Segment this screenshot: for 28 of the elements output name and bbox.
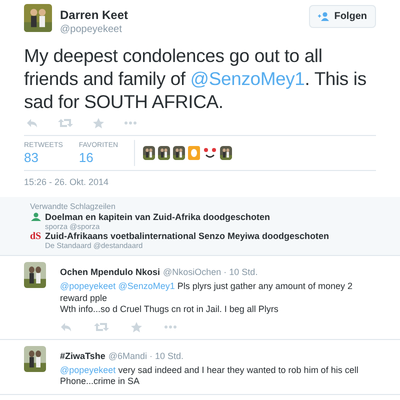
handle-time[interactable]: @NkosiOchen · 10 Std. — [163, 267, 258, 277]
user-handle[interactable]: @popeyekeet — [60, 24, 128, 35]
reply-text: @popeyekeet @SenzoMey1 Pls plyrs just gather any amount of money 2 reward pple Wth info...so d Cruel Thugs cn rot in Jail. I beg all Plyrs — [60, 281, 354, 316]
stat-count[interactable]: 83 — [24, 150, 63, 164]
timestamp: 15:26 - 26. Okt. 2014 — [24, 177, 110, 187]
add-user-icon — [318, 12, 330, 21]
retweet-icon[interactable] — [58, 118, 73, 128]
user-name[interactable]: Ochen Mpendulo Nkosi — [60, 267, 160, 277]
user-name[interactable]: Darren Keet — [60, 8, 128, 22]
user-name[interactable]: #ZiwaTshe — [60, 350, 106, 360]
headline-link[interactable]: Zuid-Afrikaans voetbalinternational Senzo Meyiwa doodgeschoten — [45, 231, 330, 241]
retweet-icon[interactable] — [94, 322, 109, 332]
star-icon[interactable] — [131, 322, 142, 332]
star-icon[interactable] — [93, 118, 104, 128]
source-logo: dS — [30, 231, 42, 242]
handle-time[interactable]: @6Mandi · 10 Std. — [108, 350, 184, 360]
reply-icon[interactable] — [60, 322, 72, 332]
reply-icon[interactable] — [26, 118, 38, 128]
follow-button[interactable]: Folgen — [309, 5, 376, 28]
person-icon — [30, 212, 42, 221]
reply-text: @popeyekeet very sad indeed and I hear they wanted to rob him of his cell Phone...crime in SA — [60, 364, 360, 388]
section-title: Verwandte Schlagzeilen — [30, 202, 116, 211]
tweet-text: My deepest condolences go out to all friends and family of @SenzoMey1. This is sad for SOUTH AFRICA. — [24, 44, 368, 113]
smiley-icon[interactable] — [203, 147, 218, 159]
more-icon[interactable] — [164, 325, 177, 329]
more-icon[interactable] — [124, 121, 137, 125]
headline-link[interactable]: Doelman en kapitein van Zuid-Afrika doodgeschoten — [45, 212, 270, 222]
stat-count[interactable]: 16 — [78, 150, 118, 164]
